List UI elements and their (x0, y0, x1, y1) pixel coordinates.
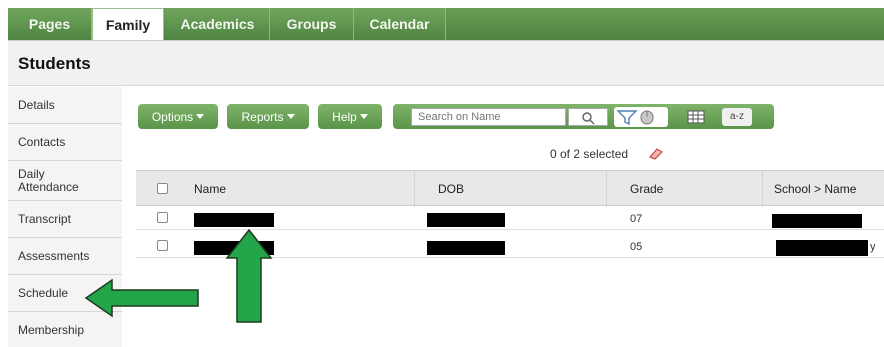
up-arrow-annotation (225, 228, 273, 323)
left-arrow-annotation (84, 278, 199, 318)
annotation-overlay (84, 228, 273, 323)
